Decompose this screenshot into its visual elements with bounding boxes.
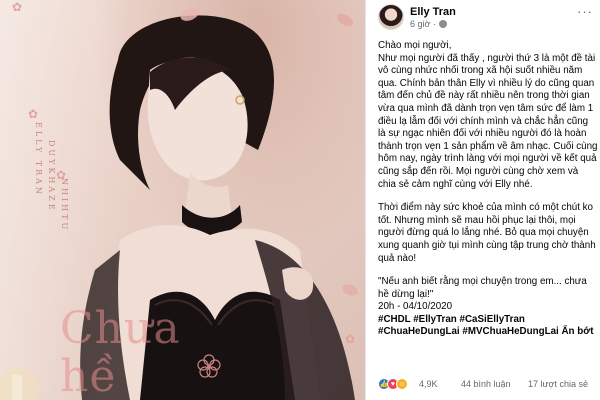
blossom-icon: ✿: [12, 0, 23, 14]
post-meta: 6 giờ ·: [410, 19, 447, 29]
reaction-icons[interactable]: 👍 ♥ ☺: [378, 378, 408, 390]
artist-vertical-text: ELLY TRAN: [34, 122, 43, 197]
avatar[interactable]: [378, 4, 404, 30]
more-options-button[interactable]: ···: [577, 4, 593, 19]
blossom-icon: ✿: [28, 107, 39, 121]
author-name[interactable]: Elly Tran: [410, 6, 456, 18]
post-paragraph: Thời điểm này sức khoẻ của mình có một c…: [378, 202, 596, 264]
song-title-overlay: Chưa hề: [60, 303, 181, 400]
hashtag-link[interactable]: #CaSiEllyTran: [460, 314, 525, 325]
reaction-count[interactable]: 4,9K: [419, 379, 438, 389]
hashtag-line: #CHDL #EllyTran #CaSiEllyTran #ChuaHeDun…: [378, 314, 598, 339]
hashtag-link[interactable]: #CHDL: [378, 314, 410, 325]
hashtag-link[interactable]: #EllyTran: [413, 314, 457, 325]
flower-icon: [197, 354, 221, 378]
post-time[interactable]: 6 giờ ·: [410, 19, 436, 29]
post-paragraph: Như mọi người đã thấy , người thứ 3 là m…: [378, 52, 598, 190]
credit-vertical-text: NHIHTU: [60, 178, 69, 233]
post-body: Chào mọi người, Như mọi người đã thấy , …: [378, 40, 598, 339]
post-photo[interactable]: ✿ ✿ ✿ ✿ ELLY TRAN DUYKHAZE NHIHTU Chưa h…: [0, 0, 365, 400]
post-footer: 👍 ♥ ☺ 4,9K 44 bình luận 17 lượt chia sẻ: [378, 376, 596, 394]
share-count[interactable]: 17 lượt chia sẻ: [528, 379, 588, 389]
haha-reaction-icon: ☺: [396, 378, 408, 390]
greeting: Chào mọi người,: [378, 40, 452, 51]
hashtag-link[interactable]: #MVChuaHeDungLai: [462, 326, 558, 337]
quote: "Nếu anh biết rằng mọi chuyện trong em..…: [378, 276, 587, 300]
comment-count[interactable]: 44 bình luận: [461, 379, 511, 389]
schedule: 20h - 04/10/2020: [378, 301, 453, 313]
hashtag-link[interactable]: #ChuaHeDungLai: [378, 326, 460, 337]
globe-icon: [438, 20, 447, 28]
producer-vertical-text: DUYKHAZE: [47, 140, 56, 213]
see-less-link[interactable]: Ẩn bớt: [561, 326, 593, 337]
post-header: Elly Tran 6 giờ · ···: [378, 4, 593, 30]
post-panel: Elly Tran 6 giờ · ··· Chào mọi người, Nh…: [365, 0, 600, 400]
blossom-icon: ✿: [345, 332, 356, 346]
